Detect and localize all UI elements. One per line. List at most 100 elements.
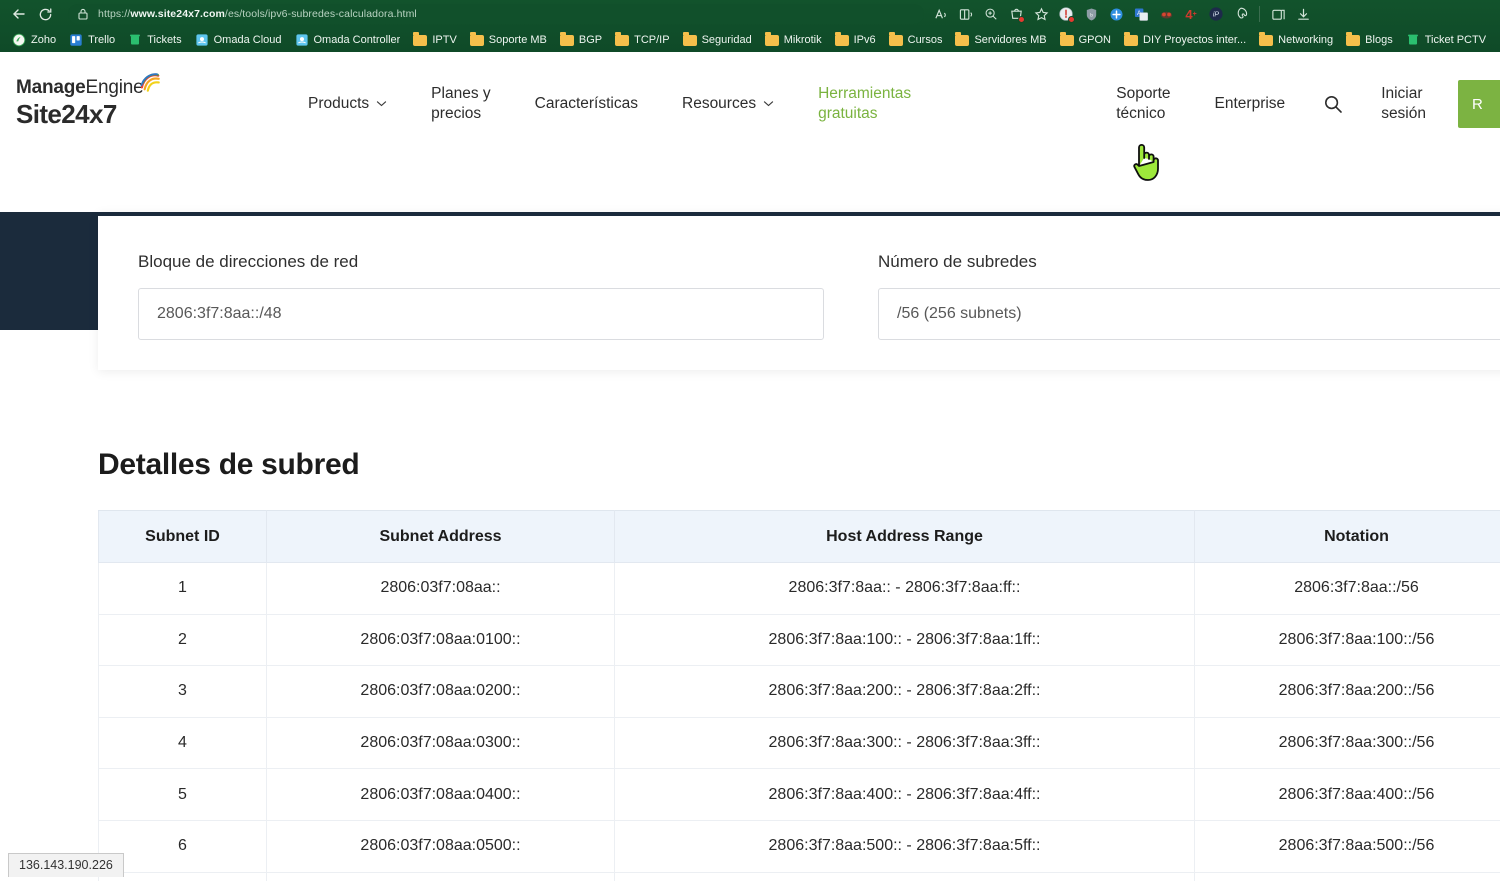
bookmark-item[interactable]: Zoho [6, 31, 62, 49]
nav-item-features[interactable]: Características [513, 94, 660, 114]
logo-manage: Manage [16, 77, 86, 98]
toolbar-icons: b A 4+ [930, 3, 1314, 25]
extension-dark-icon[interactable] [1155, 3, 1177, 25]
address-bar[interactable]: https://www.site24x7.com/es/tools/ipv6-s… [68, 4, 924, 24]
sidebar-navy-block [0, 212, 98, 330]
read-aloud-icon[interactable] [930, 3, 952, 25]
cell-host-address-range: 2806:3f7:8aa:300:: - 2806:3f7:8aa:3ff:: [615, 717, 1195, 769]
bookmark-item[interactable]: Omada Controller [289, 31, 407, 49]
nav-item-pricing[interactable]: Planes y precios [409, 84, 512, 124]
bookmark-folder[interactable]: IPv6 [829, 31, 882, 49]
nav-item-enterprise[interactable]: Enterprise [1193, 94, 1308, 114]
tickets-icon [1406, 33, 1420, 47]
folder-icon [413, 33, 427, 47]
cell-notation: 2806:3f7:8aa:100::/56 [1195, 614, 1500, 666]
bookmark-folder[interactable]: Servidores MB [949, 31, 1052, 49]
split-screen-icon[interactable] [1267, 3, 1289, 25]
bookmark-folder[interactable]: DIY Proyectos inter... [1118, 31, 1252, 49]
bitwarden-icon[interactable]: b [1080, 3, 1102, 25]
folder-icon [560, 33, 574, 47]
bookmark-folder[interactable]: Blogs [1340, 31, 1399, 49]
svg-text:iP: iP [1213, 12, 1220, 19]
cell-subnet-address: 2806:03f7:08aa:0100:: [267, 614, 615, 666]
table-header-row: Subnet ID Subnet Address Host Address Ra… [99, 511, 1500, 563]
back-button[interactable] [6, 2, 32, 26]
table-row: 4 2806:03f7:08aa:0300:: 2806:3f7:8aa:300… [99, 717, 1500, 769]
site-logo[interactable]: ManageEngine Site24x7 [16, 78, 216, 130]
column-header-host-address-range: Host Address Range [615, 511, 1195, 563]
bookmark-label: Seguridad [702, 34, 752, 46]
zoho-icon [12, 33, 26, 47]
status-bar-tooltip: 136.143.190.226 [8, 853, 124, 877]
translate-icon[interactable]: A [1130, 3, 1152, 25]
cell-subnet-address: 2806:03f7:08aa:0600:: [267, 872, 615, 881]
bookmark-folder[interactable]: Seguridad [677, 31, 758, 49]
subnets-select[interactable]: /56 (256 subnets) [878, 288, 1500, 340]
nav-label: Resources [682, 94, 756, 114]
cell-subnet-address: 2806:03f7:08aa:0400:: [267, 769, 615, 821]
bookmark-item[interactable]: Tickets [122, 31, 187, 49]
bookmark-folder[interactable]: Networking [1253, 31, 1339, 49]
cell-notation: 2806:3f7:8aa:200::/56 [1195, 666, 1500, 718]
browser-essentials-icon[interactable] [1230, 3, 1252, 25]
bookmark-folder[interactable]: TCP/IP [609, 31, 675, 49]
nav-label: Herramientas gratuitas [818, 84, 911, 124]
nav-item-free-tools[interactable]: Herramientas gratuitas [796, 84, 933, 124]
toolbar-divider [1259, 6, 1260, 22]
zoom-icon[interactable] [980, 3, 1002, 25]
bookmark-folder[interactable]: BGP [554, 31, 608, 49]
subnet-details-table-wrapper: Subnet ID Subnet Address Host Address Ra… [98, 510, 1500, 881]
omada-controller-icon [295, 33, 309, 47]
column-header-notation: Notation [1195, 511, 1500, 563]
svg-text:b: b [1090, 12, 1093, 17]
column-header-subnet-id: Subnet ID [99, 511, 267, 563]
table-row: 5 2806:03f7:08aa:0400:: 2806:3f7:8aa:400… [99, 769, 1500, 821]
cell-subnet-id: 4 [99, 717, 267, 769]
reload-button[interactable] [32, 2, 58, 26]
lock-icon [76, 7, 90, 21]
bookmark-item[interactable]: Trello [63, 31, 121, 49]
folder-icon [1259, 33, 1273, 47]
bookmark-folder[interactable]: GPON [1054, 31, 1117, 49]
badge-four-icon[interactable]: 4+ [1180, 3, 1202, 25]
add-favorite-icon[interactable] [1030, 3, 1052, 25]
bookmark-item[interactable]: Omada Cloud [189, 31, 288, 49]
login-link[interactable]: Iniciar sesión [1359, 84, 1448, 124]
nav-item-resources[interactable]: Resources [660, 94, 796, 114]
cell-notation: 2806:3f7:8aa:600::/56 [1195, 872, 1500, 881]
folder-icon [889, 33, 903, 47]
bookmark-folder[interactable]: Cursos [883, 31, 949, 49]
subnet-details-heading: Detalles de subred [98, 448, 359, 482]
bookmark-item[interactable]: Ticket PCTV [1400, 31, 1492, 49]
bookmark-folder[interactable]: Mikrotik [759, 31, 828, 49]
nav-label: Características [535, 94, 638, 114]
nav-item-support[interactable]: Soporte técnico [1094, 84, 1192, 124]
subnets-value: /56 (256 subnets) [897, 305, 1022, 323]
folder-icon [1060, 33, 1074, 47]
bookmark-label: Networking [1278, 34, 1333, 46]
immersive-reader-icon[interactable] [955, 3, 977, 25]
browser-toolbar: https://www.site24x7.com/es/tools/ipv6-s… [0, 0, 1500, 28]
bookmark-folder[interactable]: IPTV [407, 31, 462, 49]
ip-extension-icon[interactable]: iP [1205, 3, 1227, 25]
folder-icon [1124, 33, 1138, 47]
search-button[interactable] [1307, 94, 1359, 114]
signup-cta-button[interactable]: R [1458, 80, 1500, 128]
manageengine-swoosh-icon [140, 72, 162, 92]
shopping-icon[interactable] [1005, 3, 1027, 25]
notification-badge [1018, 16, 1025, 23]
cell-host-address-range: 2806:3f7:8aa:600:: - 2806:3f7:8aa:6ff:: [615, 872, 1195, 881]
extension-alert-icon[interactable] [1055, 3, 1077, 25]
folder-icon [683, 33, 697, 47]
cell-subnet-address: 2806:03f7:08aa:: [267, 563, 615, 615]
subnets-field-group: Número de subredes /56 (256 subnets) [878, 252, 1500, 340]
bookmark-label: Omada Controller [314, 34, 401, 46]
subnet-calculator-form: Bloque de direcciones de red 2806:3f7:8a… [98, 212, 1500, 370]
nav-item-products[interactable]: Products [286, 94, 409, 114]
network-block-label: Bloque de direcciones de red [138, 252, 878, 272]
extension-blue-icon[interactable] [1105, 3, 1127, 25]
downloads-icon[interactable] [1292, 3, 1314, 25]
bookmark-label: BGP [579, 34, 602, 46]
bookmark-folder[interactable]: Soporte MB [464, 31, 553, 49]
network-block-input[interactable]: 2806:3f7:8aa::/48 [138, 288, 824, 340]
